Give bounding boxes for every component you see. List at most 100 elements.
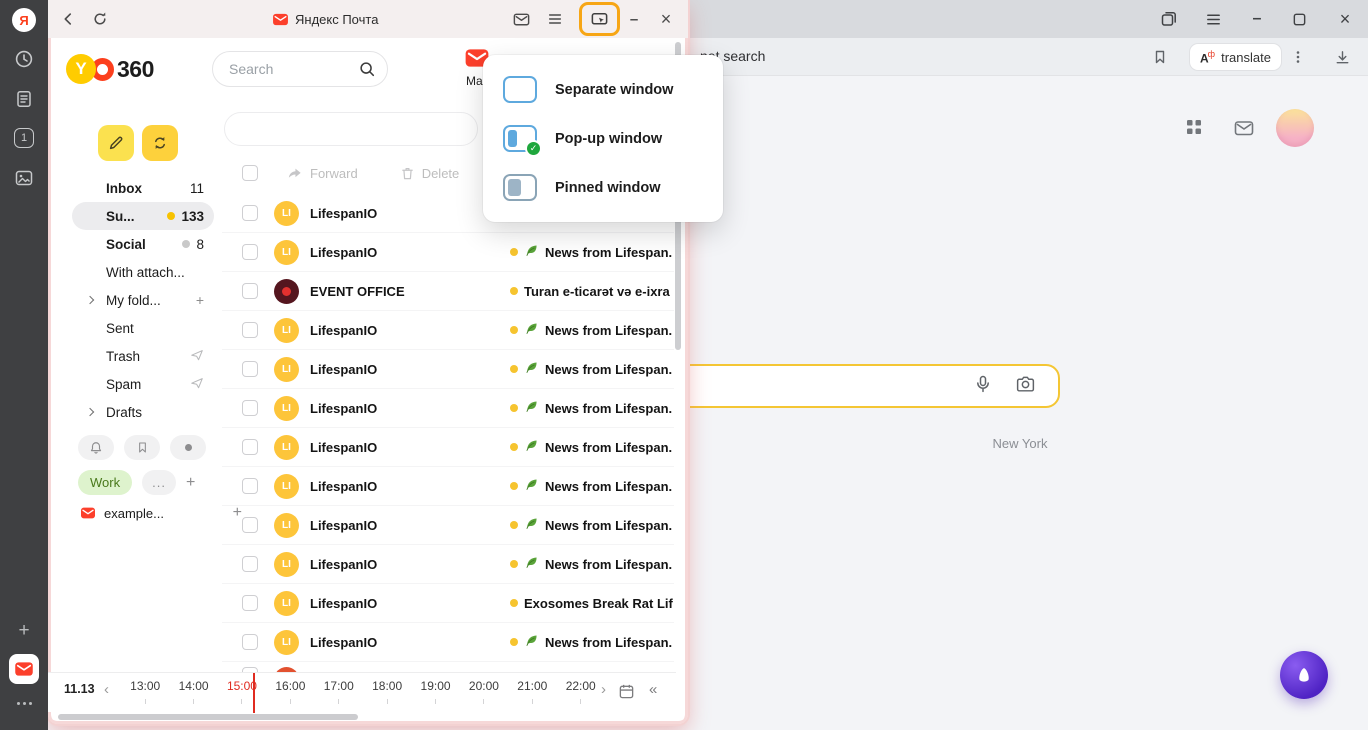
status-filter[interactable] <box>170 435 206 460</box>
close-window-icon[interactable]: × <box>1335 9 1355 29</box>
row-checkbox[interactable] <box>242 595 258 611</box>
add-folder-icon[interactable]: + <box>196 292 204 308</box>
folder-item[interactable]: Drafts <box>72 398 214 426</box>
compose-button[interactable] <box>98 125 134 161</box>
folder-item[interactable]: Inbox11 <box>72 174 214 202</box>
menu-item[interactable]: Pinned window <box>483 163 723 212</box>
history-icon[interactable] <box>14 49 34 69</box>
back-icon[interactable] <box>56 7 80 31</box>
row-checkbox[interactable] <box>242 322 258 338</box>
subject-text: News from Lifespan. <box>545 323 672 338</box>
mail-favicon <box>272 11 289 28</box>
translate-button[interactable]: Aф translate <box>1190 44 1281 70</box>
time-tick <box>338 699 339 704</box>
folder-item[interactable]: Su...133 <box>72 202 214 230</box>
row-checkbox[interactable] <box>242 400 258 416</box>
mail-app-icon[interactable] <box>9 654 39 684</box>
message-row[interactable]: LILifespanIOExosomes Break Rat Lif <box>222 584 674 623</box>
gallery-icon[interactable] <box>14 168 34 188</box>
account-row[interactable]: example... + <box>80 504 242 522</box>
maximize-window-icon[interactable] <box>1289 9 1309 29</box>
popup-close-icon[interactable]: × <box>654 7 678 31</box>
row-checkbox[interactable] <box>242 205 258 221</box>
select-all-checkbox[interactable] <box>242 165 258 181</box>
menu-item[interactable]: ✓Pop-up window <box>483 114 723 163</box>
subject-text: News from Lifespan. <box>545 362 672 377</box>
message-row[interactable]: LILifespanIONews from Lifespan. <box>222 311 674 350</box>
search-suggestion[interactable]: New York <box>970 436 1070 451</box>
download-icon[interactable] <box>1332 47 1352 67</box>
folder-label: Social <box>106 237 146 252</box>
apps-grid-icon[interactable] <box>1183 116 1205 138</box>
message-row[interactable]: LILifespanIONews from Lifespan. <box>222 428 674 467</box>
voice-search-icon[interactable] <box>972 373 994 395</box>
message-row[interactable]: LILifespanIONews from Lifespan. <box>222 467 674 506</box>
folder-item[interactable]: My fold...+ <box>72 286 214 314</box>
row-checkbox[interactable] <box>242 439 258 455</box>
message-row[interactable]: LILifespanIONews from Lifespan. <box>222 545 674 584</box>
row-checkbox[interactable] <box>242 361 258 377</box>
menu-item-label: Pop-up window <box>555 131 662 147</box>
mail-envelope-icon[interactable] <box>1233 117 1255 139</box>
yandex-360-logo: Y 360 <box>66 53 154 85</box>
bookmarks-filter[interactable] <box>124 435 160 460</box>
more-icon[interactable] <box>15 702 33 705</box>
horizontal-scrollbar[interactable] <box>58 714 358 720</box>
timeline-prev-icon[interactable]: ‹ <box>104 681 109 698</box>
mail-search-input[interactable] <box>229 61 353 77</box>
image-search-icon[interactable] <box>1014 373 1036 395</box>
notifications-filter[interactable] <box>78 435 114 460</box>
row-checkbox[interactable] <box>242 634 258 650</box>
row-checkbox[interactable] <box>242 244 258 260</box>
timeline-next-icon[interactable]: › <box>601 681 606 698</box>
window-mode-button[interactable] <box>579 2 620 36</box>
delete-button[interactable]: Delete <box>400 166 460 181</box>
subject-text: News from Lifespan. <box>545 635 672 650</box>
folder-item[interactable]: Spam <box>72 370 214 398</box>
minimize-window-icon[interactable]: – <box>1247 9 1267 29</box>
menu-item[interactable]: Separate window <box>483 65 723 114</box>
tabs-overview-icon[interactable] <box>1159 9 1179 29</box>
alice-assistant-button[interactable] <box>1280 651 1328 699</box>
unread-dot <box>510 248 518 256</box>
tab-counter-badge[interactable]: 1 <box>14 128 34 148</box>
folder-item[interactable]: Trash <box>72 342 214 370</box>
add-label-icon[interactable]: + <box>186 474 195 492</box>
message-row[interactable]: LILifespanIONews from Lifespan. <box>222 389 674 428</box>
envelope-icon[interactable] <box>509 7 533 31</box>
row-checkbox[interactable] <box>242 517 258 533</box>
refresh-mail-button[interactable] <box>142 125 178 161</box>
message-row[interactable]: LILifespanIONews from Lifespan. <box>222 233 674 272</box>
calendar-icon[interactable] <box>618 683 635 703</box>
popup-minimize-icon[interactable]: – <box>622 7 646 31</box>
search-icon[interactable] <box>358 60 376 81</box>
row-checkbox[interactable] <box>242 556 258 572</box>
timeline-time: 14:00 <box>169 679 217 704</box>
bookmark-flag-icon[interactable] <box>1150 47 1170 67</box>
folder-item[interactable]: Social8 <box>72 230 214 258</box>
mail-search-box[interactable] <box>212 51 388 87</box>
popup-menu-icon[interactable] <box>543 7 567 31</box>
unread-dot <box>510 482 518 490</box>
message-row[interactable]: EVENT OFFICETuran e-ticarət və e-ixra <box>222 272 674 311</box>
notes-icon[interactable] <box>14 89 34 109</box>
message-row[interactable]: LILifespanIONews from Lifespan. <box>222 623 674 662</box>
time-tick <box>532 699 533 704</box>
more-vert-icon[interactable] <box>1288 47 1308 67</box>
yandex-logo-icon[interactable]: Я <box>12 8 36 32</box>
browser-menu-icon[interactable] <box>1203 9 1223 29</box>
collapse-timeline-icon[interactable]: « <box>649 681 657 698</box>
forward-button[interactable]: Forward <box>286 165 358 182</box>
label-more[interactable]: ... <box>142 470 176 495</box>
message-row[interactable]: LILifespanIONews from Lifespan. <box>222 506 674 545</box>
folder-count: 133 <box>181 209 204 224</box>
profile-avatar[interactable] <box>1276 109 1314 147</box>
reload-icon[interactable] <box>88 7 112 31</box>
folder-item[interactable]: Sent <box>72 314 214 342</box>
add-panel-icon[interactable]: + <box>18 620 29 642</box>
row-checkbox[interactable] <box>242 283 258 299</box>
label-work[interactable]: Work <box>78 470 132 495</box>
folder-item[interactable]: With attach... <box>72 258 214 286</box>
message-row[interactable]: LILifespanIONews from Lifespan. <box>222 350 674 389</box>
row-checkbox[interactable] <box>242 478 258 494</box>
